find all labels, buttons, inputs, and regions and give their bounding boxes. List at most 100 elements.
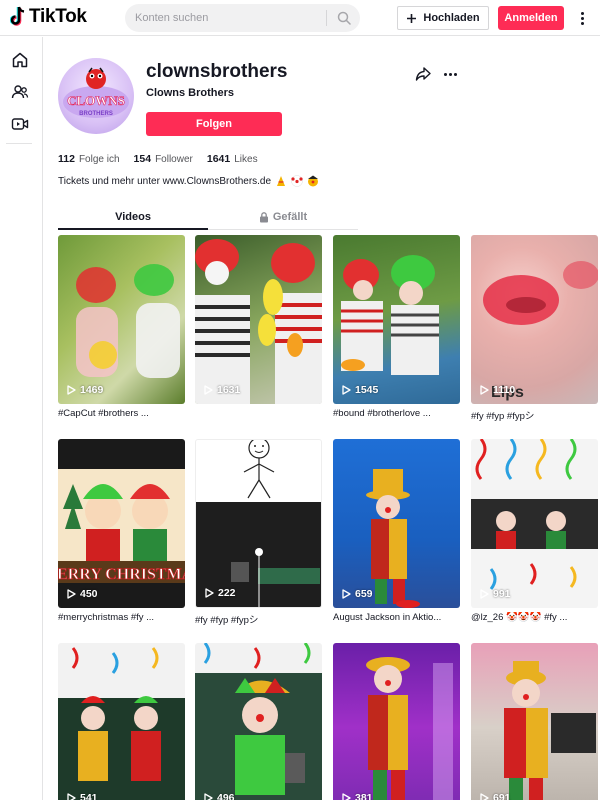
home-icon — [12, 52, 28, 68]
tab-videos[interactable]: Videos — [58, 204, 208, 230]
party-hat-emoji-icon — [277, 176, 286, 186]
view-count-value: 496 — [217, 792, 235, 800]
thumbnail-image — [195, 239, 322, 404]
profile-avatar: CLOWNS BROTHERS — [58, 58, 134, 134]
thumbnail-image: Lips — [483, 261, 598, 401]
view-count: 1631 — [203, 384, 240, 396]
upload-button[interactable]: Hochladen — [397, 6, 489, 30]
thumbnail-image — [76, 264, 180, 378]
thumbnail-image — [366, 469, 420, 608]
thumbnail-image — [366, 657, 453, 800]
video-caption[interactable]: #CapCut #brothers ... — [58, 408, 185, 419]
profile-stats: 112 Folge ich 154 Follower 1641 Likes — [58, 153, 258, 165]
dot — [580, 21, 584, 25]
view-count: 222 — [204, 587, 236, 599]
profile-more-button[interactable] — [440, 64, 460, 84]
thumbnail-image — [196, 440, 321, 607]
thumbnail-image — [58, 647, 185, 800]
view-count-value: 659 — [355, 588, 373, 600]
share-button[interactable] — [413, 64, 433, 84]
profile-username: clownsbrothers — [146, 61, 288, 82]
video-caption[interactable]: #fy #fyp #fypシ — [195, 612, 322, 626]
search-icon — [337, 11, 351, 25]
follow-button[interactable]: Folgen — [146, 112, 282, 136]
video-thumbnail[interactable]: 496 — [195, 643, 322, 800]
view-count: 691 — [479, 792, 511, 800]
play-outline-icon — [204, 385, 213, 395]
sidebar-divider — [6, 143, 32, 144]
video-caption[interactable]: August Jackson in Aktio... — [333, 612, 460, 623]
stat-value: 1641 — [206, 153, 231, 165]
following-icon — [11, 85, 29, 99]
dot — [580, 16, 584, 20]
video-thumbnail[interactable]: 659 — [333, 439, 460, 608]
sidebar-item-live[interactable] — [10, 114, 30, 134]
avatar-logo-image: CLOWNS BROTHERS — [63, 67, 129, 118]
stat-label: Folge ich — [78, 154, 120, 165]
stat-value: 154 — [133, 153, 152, 165]
video-thumbnail[interactable]: MERRY CHRISTMAS 450 — [58, 439, 185, 608]
video-thumbnail[interactable]: 691 — [471, 643, 598, 800]
tiktok-logo[interactable]: TikTok — [10, 6, 87, 28]
stat-followers[interactable]: 154 Follower — [134, 153, 193, 165]
tab-label: Videos — [115, 211, 151, 223]
view-count: 1469 — [66, 384, 103, 396]
play-outline-icon — [342, 589, 351, 599]
bio-text: Tickets und mehr unter www.ClownsBrother… — [58, 175, 272, 187]
sidebar-item-home[interactable] — [10, 50, 30, 70]
thumbnail-overlay-text: MERRY CHRISTMAS — [58, 566, 185, 583]
dot — [443, 72, 447, 76]
search-button[interactable] — [331, 4, 357, 32]
lock-icon — [259, 211, 268, 222]
video-thumbnail[interactable]: 1469 — [58, 235, 185, 404]
video-caption[interactable]: #fy #fyp #fypシ — [471, 408, 598, 422]
follow-label: Folgen — [195, 118, 233, 130]
video-thumbnail[interactable]: Lips 1110 — [471, 235, 598, 404]
view-count-value: 450 — [80, 588, 98, 600]
share-icon — [415, 67, 431, 81]
video-thumbnail[interactable]: 381 — [333, 643, 460, 800]
more-menu-button[interactable] — [574, 8, 590, 28]
video-thumbnail[interactable]: 991 — [471, 439, 598, 608]
thumbnail-image: MERRY CHRISTMAS — [58, 469, 185, 583]
tab-label: Gefällt — [272, 211, 308, 223]
clown-face-emoji-icon — [308, 175, 319, 187]
profile-bio: Tickets und mehr unter www.ClownsBrother… — [58, 175, 319, 187]
dot — [448, 72, 452, 76]
view-count: 1110 — [479, 384, 515, 396]
logo-wordmark: TikTok — [29, 6, 87, 27]
active-tab-indicator — [58, 228, 208, 230]
video-caption[interactable]: #bound #brotherlove ... — [333, 408, 460, 419]
view-count: 541 — [66, 792, 98, 800]
clown-emoji-icon — [291, 175, 303, 187]
tab-liked[interactable]: Gefällt — [208, 204, 358, 230]
stat-value: 112 — [58, 153, 75, 165]
dot — [580, 11, 584, 15]
stat-label: Likes — [234, 154, 258, 165]
top-navigation-bar: TikTok Hochladen Anmelden — [0, 0, 600, 36]
view-count-value: 1110 — [493, 384, 516, 396]
search-divider — [326, 10, 327, 26]
play-outline-icon — [67, 793, 76, 800]
view-count: 659 — [341, 588, 373, 600]
svg-text:CLOWNS: CLOWNS — [67, 93, 125, 108]
login-button[interactable]: Anmelden — [498, 6, 564, 30]
thumbnail-image — [471, 439, 598, 590]
tiktok-note-icon — [10, 6, 25, 26]
play-outline-icon — [67, 589, 76, 599]
video-thumbnail[interactable]: 1545 — [333, 235, 460, 404]
video-caption[interactable]: @lz_26 🤡🤡🤡 #fy ... — [471, 612, 598, 623]
left-sidebar — [0, 37, 43, 800]
upload-label: Hochladen — [423, 12, 480, 24]
profile-nickname: Clowns Brothers — [146, 87, 235, 99]
search-input[interactable] — [135, 4, 325, 32]
sidebar-item-following[interactable] — [10, 82, 30, 102]
video-thumbnail[interactable]: 541 — [58, 643, 185, 800]
video-caption[interactable]: #merrychristmas #fy ... — [58, 612, 185, 623]
view-count: 450 — [66, 588, 98, 600]
view-count-value: 1631 — [217, 384, 241, 396]
video-thumbnail[interactable]: 1631 — [195, 235, 322, 404]
stat-following[interactable]: 112 Folge ich — [58, 153, 120, 165]
profile-tabs: Videos Gefällt — [58, 204, 358, 230]
video-thumbnail[interactable]: 222 — [195, 439, 322, 608]
